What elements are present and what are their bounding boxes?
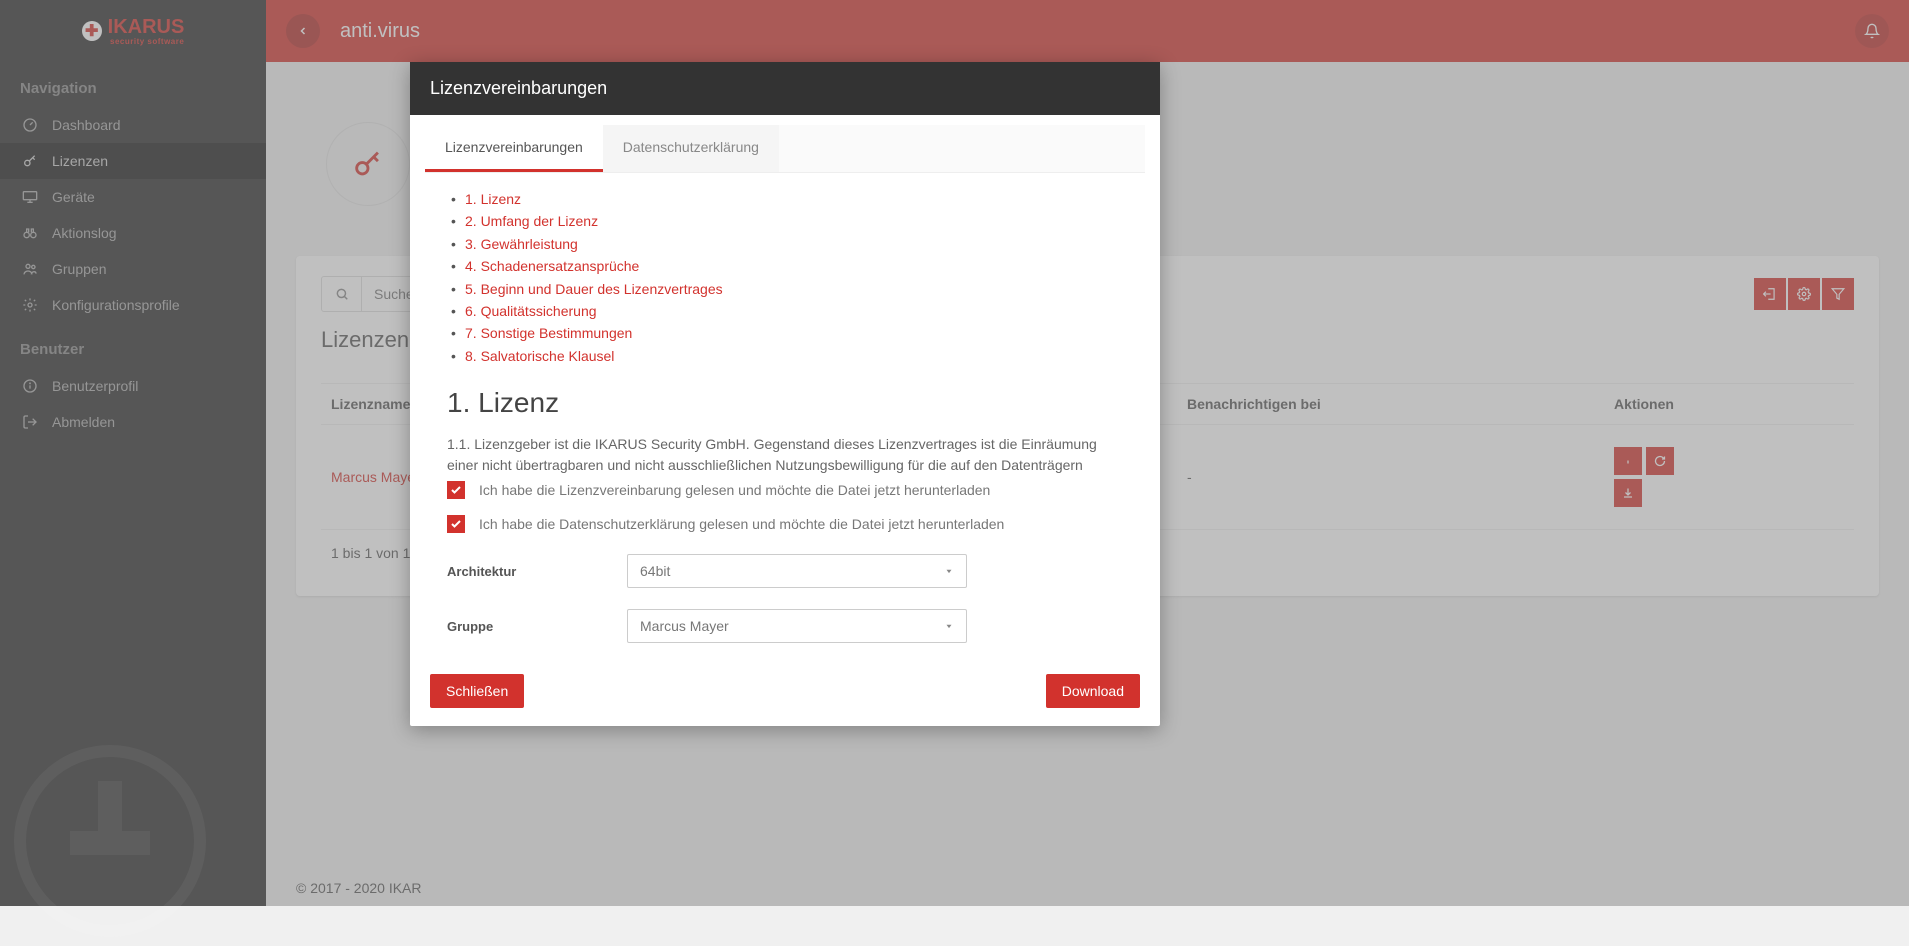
arch-label: Architektur [447,564,627,579]
chevron-down-icon [944,621,954,631]
arch-value: 64bit [640,563,670,579]
checkbox-license-label: Ich habe die Lizenzvereinbarung gelesen … [479,482,990,498]
para-1: 1.1. Lizenzgeber ist die IKARUS Security… [447,434,1123,473]
toc-item[interactable]: 3. Gewährleistung [447,233,1123,255]
modal-tabs: Lizenzvereinbarungen Datenschutzerklärun… [425,125,1145,173]
tab-privacy[interactable]: Datenschutzerklärung [603,125,779,172]
license-modal: Lizenzvereinbarungen Lizenzvereinbarunge… [410,62,1160,726]
toc-item[interactable]: 1. Lizenz [447,188,1123,210]
license-text-scroll[interactable]: 1. Lizenz2. Umfang der Lizenz3. Gewährle… [425,173,1145,473]
checkbox-privacy-read[interactable] [447,515,465,533]
section-heading: 1. Lizenz [447,387,1123,419]
toc-list: 1. Lizenz2. Umfang der Lizenz3. Gewährle… [447,188,1123,367]
tab-license[interactable]: Lizenzvereinbarungen [425,125,603,172]
group-select[interactable]: Marcus Mayer [627,609,967,643]
modal-title: Lizenzvereinbarungen [410,62,1160,115]
toc-item[interactable]: 6. Qualitätssicherung [447,300,1123,322]
arch-select[interactable]: 64bit [627,554,967,588]
download-button[interactable]: Download [1046,674,1140,708]
chevron-down-icon [944,566,954,576]
toc-item[interactable]: 7. Sonstige Bestimmungen [447,322,1123,344]
group-value: Marcus Mayer [640,618,729,634]
toc-item[interactable]: 8. Salvatorische Klausel [447,345,1123,367]
close-button[interactable]: Schließen [430,674,524,708]
checkbox-privacy-label: Ich habe die Datenschutzerklärung gelese… [479,516,1004,532]
toc-item[interactable]: 2. Umfang der Lizenz [447,210,1123,232]
group-label: Gruppe [447,619,627,634]
toc-item[interactable]: 4. Schadenersatzansprüche [447,255,1123,277]
checkbox-license-read[interactable] [447,481,465,499]
toc-item[interactable]: 5. Beginn und Dauer des Lizenzvertrages [447,278,1123,300]
